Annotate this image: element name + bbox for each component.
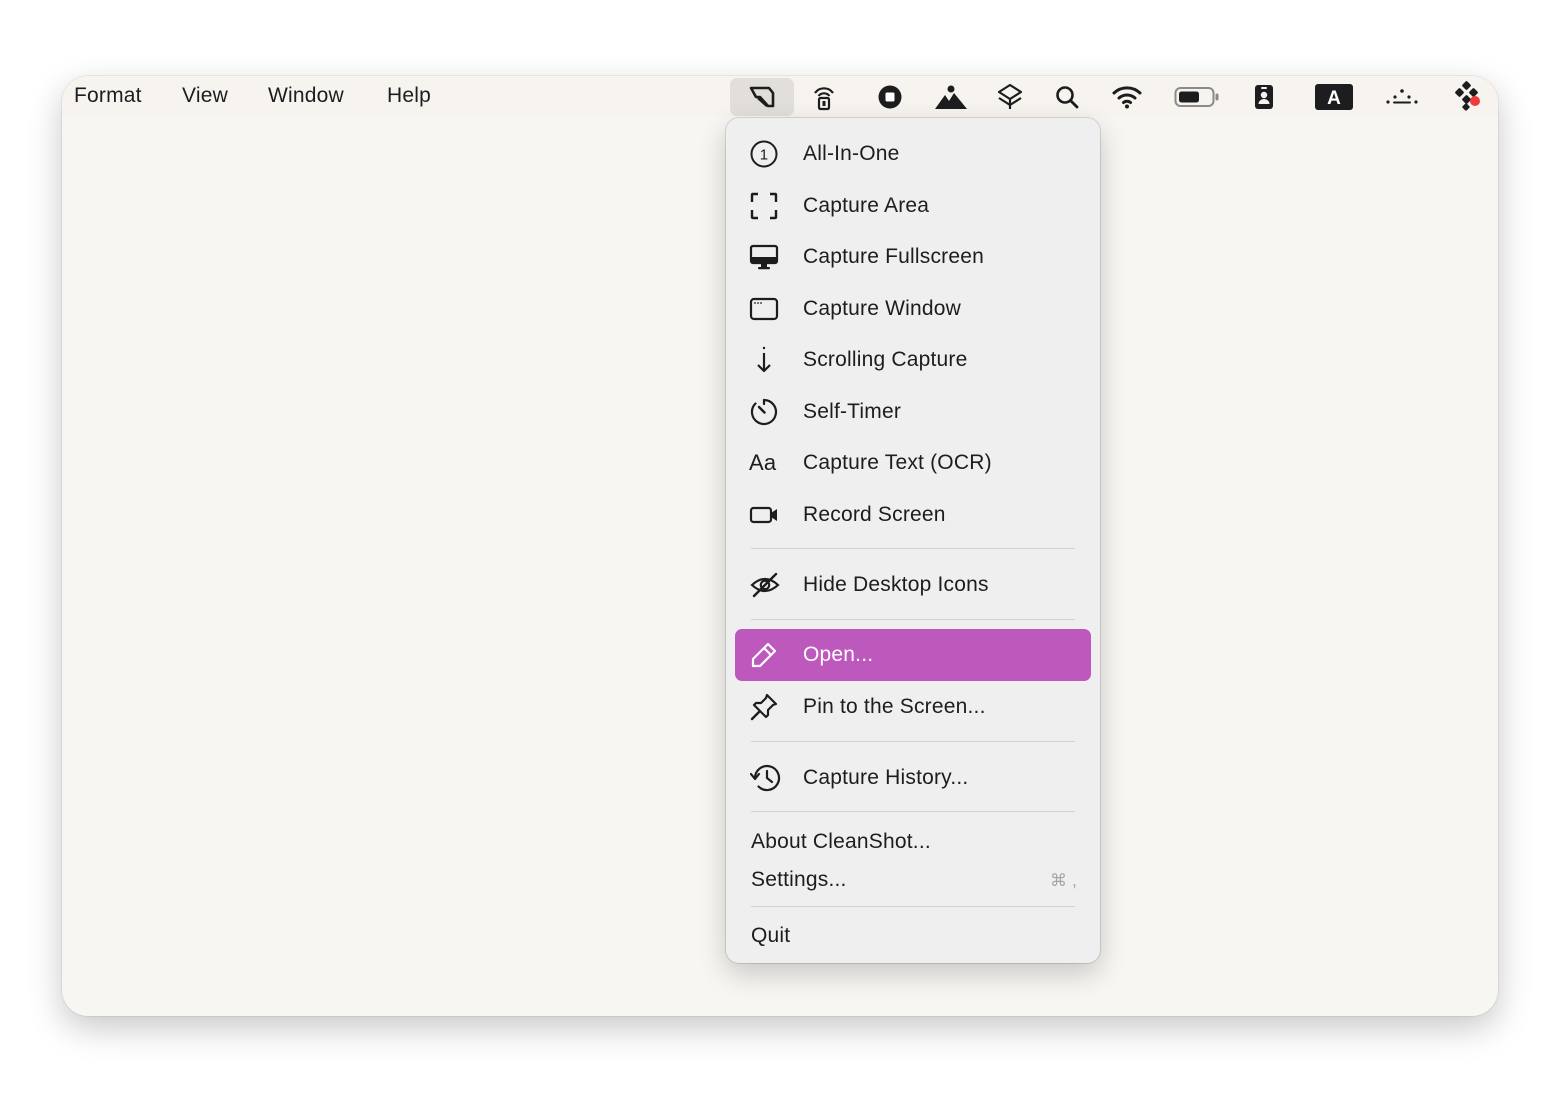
menu-item-about[interactable]: About CleanShot... bbox=[735, 823, 1091, 861]
video-camera-icon bbox=[749, 503, 791, 527]
menu-separator bbox=[751, 548, 1075, 549]
id-badge-icon[interactable] bbox=[1242, 78, 1286, 116]
menu-item-all-in-one[interactable]: 1 All-In-One bbox=[735, 128, 1091, 180]
capture-area-icon bbox=[749, 191, 791, 221]
menu-item-label: Hide Desktop Icons bbox=[803, 573, 989, 596]
timer-icon bbox=[749, 397, 791, 427]
menu-item-scrolling-capture[interactable]: Scrolling Capture bbox=[735, 334, 1091, 386]
menu-separator bbox=[751, 811, 1075, 812]
search-icon[interactable] bbox=[1045, 78, 1089, 116]
menu-help[interactable]: Help bbox=[387, 76, 431, 116]
window-icon bbox=[749, 296, 791, 322]
menu-item-settings[interactable]: Settings... ⌘ , bbox=[735, 861, 1091, 899]
menu-item-label: Capture Area bbox=[803, 194, 930, 217]
menu-separator bbox=[751, 906, 1075, 907]
menu-item-capture-history[interactable]: Capture History... bbox=[735, 752, 1091, 804]
menu-item-capture-fullscreen[interactable]: Capture Fullscreen bbox=[735, 231, 1091, 283]
menu-format[interactable]: Format bbox=[74, 76, 142, 116]
menu-item-label: All-In-One bbox=[803, 142, 900, 165]
menu-separator bbox=[751, 741, 1075, 742]
dots-icon[interactable] bbox=[1380, 78, 1424, 116]
menu-item-capture-area[interactable]: Capture Area bbox=[735, 180, 1091, 232]
menu-separator bbox=[751, 619, 1075, 620]
menu-item-label: Capture Window bbox=[803, 297, 962, 320]
all-in-one-number: 1 bbox=[760, 147, 769, 164]
menu-item-open[interactable]: Open... bbox=[735, 629, 1091, 681]
menu-item-label: Self-Timer bbox=[803, 400, 902, 423]
pin-icon bbox=[749, 692, 791, 722]
monitor-icon bbox=[749, 243, 791, 271]
menu-item-label: Pin to the Screen... bbox=[803, 695, 986, 718]
settings-shortcut: ⌘ , bbox=[1049, 871, 1077, 890]
arrow-down-icon bbox=[749, 345, 791, 375]
keyboard-input-icon[interactable]: A bbox=[1312, 78, 1356, 116]
menu-item-label: Scrolling Capture bbox=[803, 348, 968, 371]
all-in-one-icon: 1 bbox=[749, 139, 791, 169]
menu-bar: Format View Window Help A bbox=[62, 76, 1498, 116]
menu-item-label: Capture History... bbox=[803, 766, 969, 789]
wifi-icon[interactable] bbox=[1105, 78, 1149, 116]
airdrop-icon[interactable] bbox=[802, 78, 846, 116]
pencil-icon bbox=[749, 640, 791, 670]
menu-item-label: Open... bbox=[803, 643, 874, 666]
text-aa-icon: Aa bbox=[749, 450, 777, 475]
mountains-icon[interactable] bbox=[929, 78, 973, 116]
menu-item-label: Capture Text (OCR) bbox=[803, 451, 992, 474]
input-source-label: A bbox=[1327, 88, 1341, 109]
menu-item-quit[interactable]: Quit bbox=[735, 917, 1091, 955]
layers-icon[interactable] bbox=[988, 78, 1032, 116]
battery-icon[interactable] bbox=[1172, 78, 1222, 116]
menu-item-label: Capture Fullscreen bbox=[803, 245, 985, 268]
menu-item-label: Quit bbox=[751, 924, 791, 947]
menu-view[interactable]: View bbox=[182, 76, 228, 116]
menu-item-label: About CleanShot... bbox=[751, 830, 931, 853]
menu-item-label: Record Screen bbox=[803, 503, 946, 526]
menu-item-record-screen[interactable]: Record Screen bbox=[735, 489, 1091, 541]
menu-item-hide-desktop-icons[interactable]: Hide Desktop Icons bbox=[735, 559, 1091, 611]
eye-slash-icon bbox=[749, 571, 791, 599]
control-center-icon[interactable] bbox=[1445, 78, 1489, 116]
cleanshot-icon[interactable] bbox=[730, 78, 794, 116]
menu-window[interactable]: Window bbox=[268, 76, 344, 116]
history-icon bbox=[749, 763, 791, 793]
record-stop-icon[interactable] bbox=[868, 78, 912, 116]
menu-item-capture-text-ocr[interactable]: Aa Capture Text (OCR) bbox=[735, 437, 1091, 489]
menu-item-pin-to-screen[interactable]: Pin to the Screen... bbox=[735, 681, 1091, 733]
cleanshot-dropdown-menu: 1 All-In-One Capture Area Capture Fullsc… bbox=[726, 118, 1100, 963]
menu-item-capture-window[interactable]: Capture Window bbox=[735, 283, 1091, 335]
menu-item-label: Settings... bbox=[751, 868, 847, 891]
menu-item-self-timer[interactable]: Self-Timer bbox=[735, 386, 1091, 438]
